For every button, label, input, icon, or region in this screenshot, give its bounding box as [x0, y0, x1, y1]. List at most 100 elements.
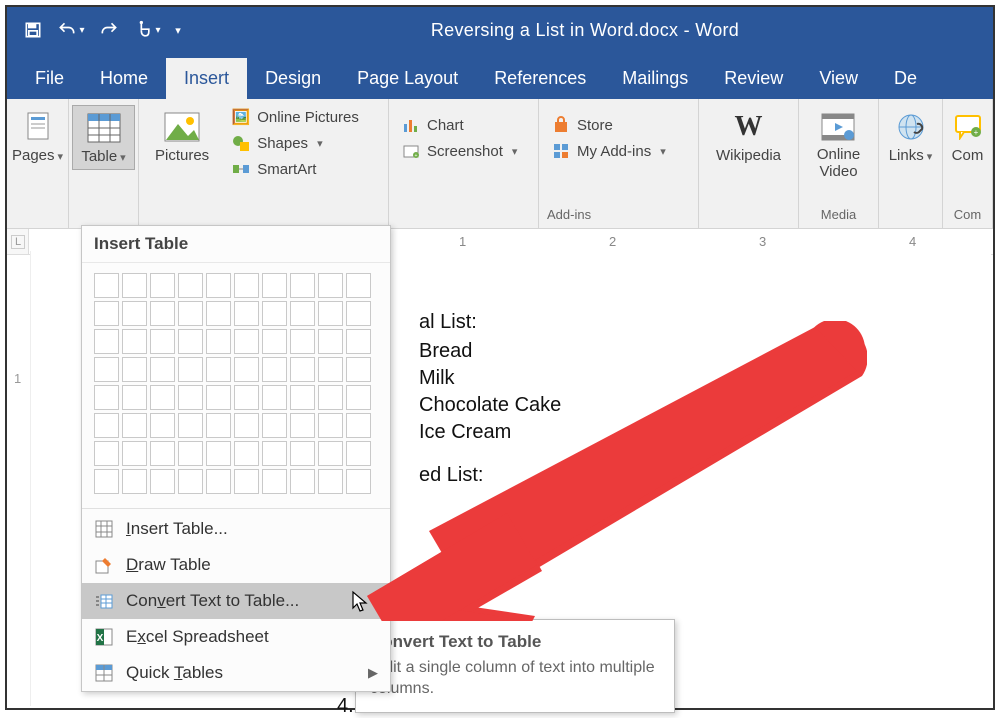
- table-grid-cell[interactable]: [150, 357, 175, 382]
- menu-quick-tables[interactable]: Quick Tables ▶: [82, 655, 390, 691]
- table-grid-cell[interactable]: [178, 357, 203, 382]
- table-grid-cell[interactable]: [290, 301, 315, 326]
- table-grid-cell[interactable]: [346, 329, 371, 354]
- table-grid-cell[interactable]: [318, 357, 343, 382]
- table-grid-cell[interactable]: [318, 385, 343, 410]
- pictures-button[interactable]: Pictures: [147, 105, 217, 168]
- table-grid-cell[interactable]: [122, 441, 147, 466]
- qat-customize-icon[interactable]: ▾: [169, 14, 187, 46]
- table-grid-cell[interactable]: [206, 469, 231, 494]
- tab-page-layout[interactable]: Page Layout: [339, 58, 476, 99]
- table-grid-cell[interactable]: [234, 441, 259, 466]
- table-grid-cell[interactable]: [178, 273, 203, 298]
- table-grid-cell[interactable]: [262, 441, 287, 466]
- chart-button[interactable]: Chart: [397, 113, 521, 137]
- table-grid-cell[interactable]: [178, 329, 203, 354]
- menu-draw-table[interactable]: Draw Table: [82, 547, 390, 583]
- table-grid-cell[interactable]: [206, 301, 231, 326]
- menu-excel-spreadsheet[interactable]: X Excel Spreadsheet: [82, 619, 390, 655]
- table-grid-cell[interactable]: [94, 469, 119, 494]
- table-grid-cell[interactable]: [150, 413, 175, 438]
- table-grid-cell[interactable]: [318, 301, 343, 326]
- online-video-button[interactable]: Online Video: [809, 105, 868, 184]
- table-grid-cell[interactable]: [290, 357, 315, 382]
- table-grid-cell[interactable]: [262, 385, 287, 410]
- table-grid-cell[interactable]: [234, 301, 259, 326]
- comments-button[interactable]: + Com: [942, 105, 994, 168]
- table-grid-cell[interactable]: [178, 413, 203, 438]
- table-grid-cell[interactable]: [262, 329, 287, 354]
- table-grid-cell[interactable]: [346, 469, 371, 494]
- online-pictures-button[interactable]: 🖼️Online Pictures: [227, 105, 363, 129]
- store-button[interactable]: Store: [547, 113, 670, 137]
- table-grid-cell[interactable]: [94, 357, 119, 382]
- table-grid-cell[interactable]: [150, 469, 175, 494]
- pages-button[interactable]: Pages: [4, 105, 71, 168]
- table-grid-cell[interactable]: [290, 385, 315, 410]
- table-grid-cell[interactable]: [122, 357, 147, 382]
- tab-more[interactable]: De: [876, 58, 935, 99]
- table-grid-cell[interactable]: [234, 385, 259, 410]
- table-grid-cell[interactable]: [150, 273, 175, 298]
- table-grid-cell[interactable]: [318, 273, 343, 298]
- table-grid-cell[interactable]: [346, 301, 371, 326]
- screenshot-button[interactable]: +Screenshot: [397, 139, 521, 163]
- table-grid-cell[interactable]: [290, 469, 315, 494]
- table-grid-cell[interactable]: [94, 385, 119, 410]
- table-grid-cell[interactable]: [94, 413, 119, 438]
- table-grid-cell[interactable]: [206, 273, 231, 298]
- tab-mailings[interactable]: Mailings: [604, 58, 706, 99]
- tab-selector[interactable]: L: [11, 235, 25, 249]
- tab-design[interactable]: Design: [247, 58, 339, 99]
- table-grid-cell[interactable]: [206, 413, 231, 438]
- table-grid-cell[interactable]: [346, 357, 371, 382]
- table-grid-cell[interactable]: [262, 301, 287, 326]
- links-button[interactable]: Links: [881, 105, 941, 168]
- table-grid-cell[interactable]: [234, 357, 259, 382]
- table-grid-cell[interactable]: [122, 413, 147, 438]
- table-grid-cell[interactable]: [318, 441, 343, 466]
- undo-icon[interactable]: ▾: [55, 14, 87, 46]
- redo-icon[interactable]: [93, 14, 125, 46]
- table-grid-cell[interactable]: [234, 469, 259, 494]
- table-grid-cell[interactable]: [346, 441, 371, 466]
- table-grid-cell[interactable]: [262, 273, 287, 298]
- table-grid-cell[interactable]: [94, 301, 119, 326]
- table-button[interactable]: Table: [72, 105, 134, 170]
- table-grid-cell[interactable]: [206, 385, 231, 410]
- table-grid-cell[interactable]: [206, 441, 231, 466]
- table-grid-cell[interactable]: [234, 413, 259, 438]
- tab-insert[interactable]: Insert: [166, 58, 247, 99]
- table-grid-cell[interactable]: [318, 329, 343, 354]
- table-grid-cell[interactable]: [206, 357, 231, 382]
- table-grid-cell[interactable]: [178, 301, 203, 326]
- table-grid-cell[interactable]: [290, 441, 315, 466]
- tab-file[interactable]: File: [17, 58, 82, 99]
- table-grid-cell[interactable]: [346, 385, 371, 410]
- save-icon[interactable]: [17, 14, 49, 46]
- table-grid-cell[interactable]: [150, 301, 175, 326]
- table-grid-cell[interactable]: [122, 385, 147, 410]
- table-grid-cell[interactable]: [262, 357, 287, 382]
- menu-insert-table[interactable]: Insert Table...: [82, 511, 390, 547]
- table-grid-cell[interactable]: [318, 469, 343, 494]
- table-grid-cell[interactable]: [206, 329, 231, 354]
- smartart-button[interactable]: SmartArt: [227, 157, 363, 181]
- table-grid-cell[interactable]: [178, 441, 203, 466]
- table-grid-cell[interactable]: [234, 329, 259, 354]
- table-grid-cell[interactable]: [94, 273, 119, 298]
- table-grid-cell[interactable]: [150, 329, 175, 354]
- table-grid-cell[interactable]: [290, 413, 315, 438]
- table-grid-cell[interactable]: [262, 469, 287, 494]
- tab-references[interactable]: References: [476, 58, 604, 99]
- table-grid-cell[interactable]: [178, 385, 203, 410]
- table-grid-cell[interactable]: [122, 301, 147, 326]
- table-grid-cell[interactable]: [346, 273, 371, 298]
- touch-mode-icon[interactable]: ▾: [131, 14, 163, 46]
- table-grid-cell[interactable]: [262, 413, 287, 438]
- table-grid-cell[interactable]: [150, 441, 175, 466]
- table-grid-cell[interactable]: [290, 273, 315, 298]
- shapes-button[interactable]: Shapes: [227, 131, 363, 155]
- table-grid-cell[interactable]: [122, 469, 147, 494]
- table-grid-cell[interactable]: [94, 441, 119, 466]
